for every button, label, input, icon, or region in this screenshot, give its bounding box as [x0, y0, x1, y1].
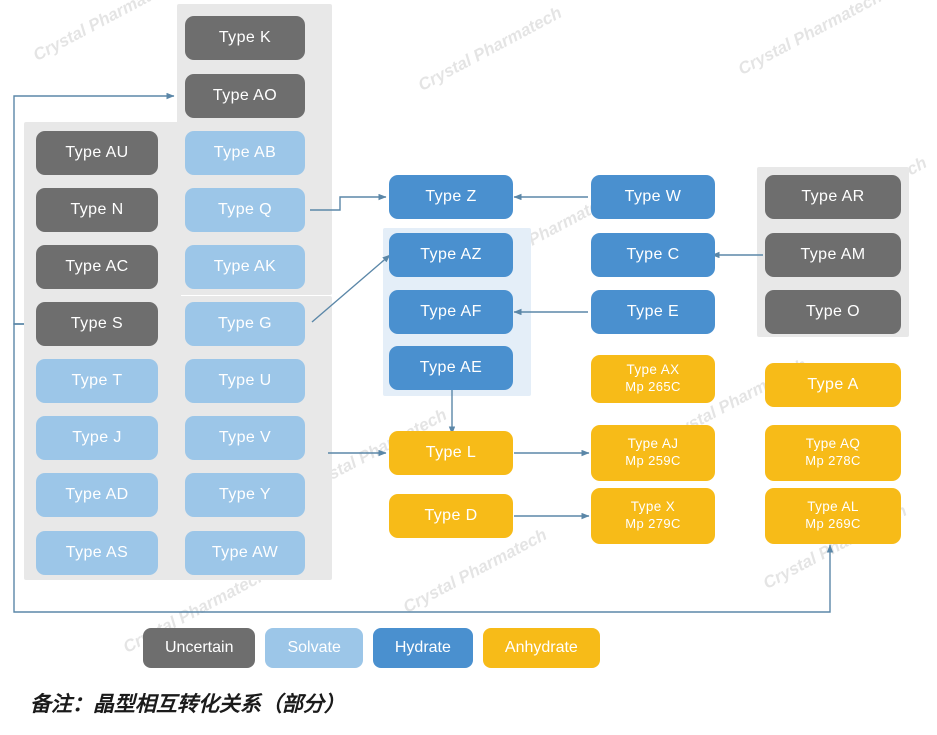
node-label: Type AK	[213, 257, 277, 275]
node-type-w[interactable]: Type W	[591, 175, 715, 219]
node-label: Type D	[424, 506, 478, 524]
node-label: Type Q	[218, 200, 272, 218]
legend-item-anhydrate[interactable]: Anhydrate	[482, 628, 600, 668]
node-type-e[interactable]: Type E	[591, 290, 715, 334]
legend-item-hydrate[interactable]: Hydrate	[372, 628, 473, 668]
node-label: Type U	[218, 371, 272, 389]
watermark: Crystal Pharmatech	[30, 0, 180, 65]
node-label: Type AZ	[420, 245, 482, 263]
node-type-l[interactable]: Type L	[389, 431, 513, 475]
node-label: Type AM	[800, 245, 866, 263]
node-type-aj[interactable]: Type AJ Mp 259C	[591, 425, 715, 481]
legend-label: Solvate	[287, 639, 341, 656]
node-label: Type AS	[65, 543, 129, 561]
node-type-n[interactable]: Type N	[36, 188, 158, 232]
node-type-o[interactable]: Type O	[765, 290, 901, 334]
node-type-al[interactable]: Type AL Mp 269C	[765, 488, 901, 544]
legend-item-uncertain[interactable]: Uncertain	[143, 628, 256, 668]
node-type-z[interactable]: Type Z	[389, 175, 513, 219]
node-type-ae[interactable]: Type AE	[389, 346, 513, 390]
node-type-ax[interactable]: Type AX Mp 265C	[591, 355, 715, 403]
node-type-q[interactable]: Type Q	[185, 188, 305, 232]
node-type-ar[interactable]: Type AR	[765, 175, 901, 219]
legend-label: Hydrate	[394, 639, 451, 656]
node-label: Type AJ	[627, 436, 679, 452]
watermark: Crystal Pharmatech	[415, 3, 565, 95]
node-label: Type O	[806, 302, 860, 320]
node-type-az[interactable]: Type AZ	[389, 233, 513, 277]
node-label: Type AF	[420, 302, 482, 320]
node-type-ac[interactable]: Type AC	[36, 245, 158, 289]
node-label: Type AL	[807, 499, 859, 515]
node-label: Type Y	[219, 485, 271, 503]
node-type-v[interactable]: Type V	[185, 416, 305, 460]
node-label: Type V	[218, 428, 272, 446]
node-label: Type AX	[626, 362, 680, 378]
node-label: Type W	[624, 187, 682, 205]
node-type-s[interactable]: Type S	[36, 302, 158, 346]
node-type-as[interactable]: Type AS	[36, 531, 158, 575]
legend-label: Uncertain	[165, 639, 234, 656]
node-type-au[interactable]: Type AU	[36, 131, 158, 175]
node-type-c[interactable]: Type C	[591, 233, 715, 277]
watermark: Crystal Pharmatech	[400, 525, 550, 617]
node-label: Type J	[72, 428, 122, 446]
node-melting-point: Mp 265C	[625, 379, 681, 395]
legend-label: Anhydrate	[504, 639, 578, 656]
node-type-u[interactable]: Type U	[185, 359, 305, 403]
node-type-j[interactable]: Type J	[36, 416, 158, 460]
node-label: Type K	[218, 28, 272, 46]
node-type-t[interactable]: Type T	[36, 359, 158, 403]
node-type-ak[interactable]: Type AK	[185, 245, 305, 289]
node-label: Type AW	[211, 543, 279, 561]
node-label: Type AC	[65, 257, 129, 275]
node-label: Type AQ	[805, 436, 861, 452]
node-label: Type E	[626, 302, 680, 320]
node-label: Type N	[70, 200, 124, 218]
node-type-ab[interactable]: Type AB	[185, 131, 305, 175]
node-label: Type X	[630, 499, 676, 515]
watermark: Crystal Pharmatech	[735, 0, 885, 79]
node-label: Type AO	[212, 86, 278, 104]
node-melting-point: Mp 278C	[805, 453, 861, 469]
node-label: Type AD	[65, 485, 129, 503]
node-melting-point: Mp 269C	[805, 516, 861, 532]
node-label: Type S	[70, 314, 124, 332]
crystal-form-transformation-diagram: Crystal Pharmatech Crystal Pharmatech Cr…	[0, 0, 937, 735]
node-label: Type T	[71, 371, 123, 389]
node-label: Type G	[218, 314, 272, 332]
node-type-y[interactable]: Type Y	[185, 473, 305, 517]
legend: Uncertain Solvate Hydrate Anhydrate	[143, 628, 600, 668]
legend-item-solvate[interactable]: Solvate	[265, 628, 363, 668]
node-label: Type A	[807, 375, 859, 393]
node-type-a[interactable]: Type A	[765, 363, 901, 407]
node-melting-point: Mp 259C	[625, 453, 681, 469]
node-type-ao[interactable]: Type AO	[185, 74, 305, 118]
node-type-am[interactable]: Type AM	[765, 233, 901, 277]
node-type-aw[interactable]: Type AW	[185, 531, 305, 575]
node-type-aq[interactable]: Type AQ Mp 278C	[765, 425, 901, 481]
node-type-g[interactable]: Type G	[185, 302, 305, 346]
node-type-ad[interactable]: Type AD	[36, 473, 158, 517]
node-label: Type AB	[213, 143, 277, 161]
node-label: Type AE	[419, 358, 483, 376]
node-label: Type AU	[65, 143, 129, 161]
node-label: Type C	[626, 245, 680, 263]
node-melting-point: Mp 279C	[625, 516, 681, 532]
footer-note: 备注：晶型相互转化关系（部分）	[30, 693, 345, 716]
node-type-d[interactable]: Type D	[389, 494, 513, 538]
node-type-af[interactable]: Type AF	[389, 290, 513, 334]
node-label: Type Z	[425, 187, 477, 205]
node-type-x[interactable]: Type X Mp 279C	[591, 488, 715, 544]
node-label: Type L	[425, 443, 477, 461]
node-type-k[interactable]: Type K	[185, 16, 305, 60]
node-label: Type AR	[801, 187, 865, 205]
